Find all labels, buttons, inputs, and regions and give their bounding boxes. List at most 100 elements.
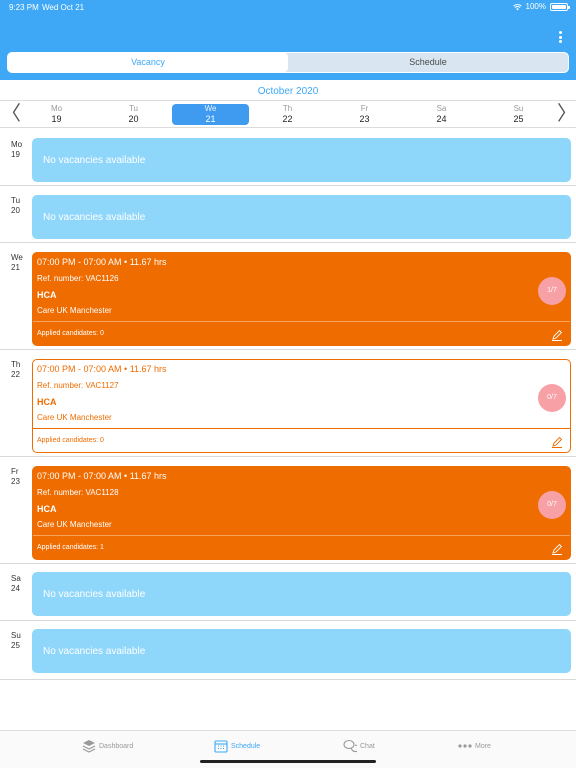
calendar-icon <box>214 740 228 753</box>
day-label: Tu 20 <box>11 196 20 216</box>
week-day-fr[interactable]: Fr 23 <box>326 104 403 125</box>
prev-week-chevron-icon[interactable]: 〈 <box>1 101 21 129</box>
wifi-icon <box>512 3 522 10</box>
day-number: 24 <box>11 584 20 593</box>
view-segmented-control: Vacancy Schedule <box>7 52 569 73</box>
week-day-name: We <box>204 104 217 113</box>
week-day-number: 24 <box>436 114 447 124</box>
tab-label: Schedule <box>231 742 261 750</box>
day-label: We 21 <box>11 253 23 273</box>
day-label: Th 22 <box>11 360 20 380</box>
day-number: 20 <box>11 206 20 215</box>
shift-time: 07:00 PM - 07:00 AM • 11.67 hrs <box>37 471 167 481</box>
shift-fill-badge: 1/7 <box>538 277 566 305</box>
empty-vacancy-card: No vacancies available <box>32 138 571 182</box>
edit-pencil-icon[interactable] <box>551 436 563 448</box>
empty-vacancy-text: No vacancies available <box>43 589 146 600</box>
status-bar: 9:23 PM Wed Oct 21 100% <box>0 0 576 16</box>
empty-vacancy-card: No vacancies available <box>32 195 571 239</box>
tab-more[interactable]: More <box>458 739 491 753</box>
day-name: Th <box>11 360 21 369</box>
day-name: Mo <box>11 140 23 149</box>
day-number: 23 <box>11 477 20 486</box>
day-name: Sa <box>11 574 21 583</box>
day-number: 22 <box>11 370 20 379</box>
day-row-we: We 21 07:00 PM - 07:00 AM • 11.67 hrs Ref… <box>0 243 576 350</box>
shift-role: HCA <box>37 504 57 514</box>
week-day-name: Sa <box>436 104 447 113</box>
day-name: Fr <box>11 467 19 476</box>
tab-schedule[interactable]: Schedule <box>214 739 260 753</box>
home-indicator <box>200 760 376 763</box>
day-name: Su <box>11 631 21 640</box>
shift-fill-badge: 0/7 <box>538 384 566 412</box>
empty-vacancy-text: No vacancies available <box>43 646 146 657</box>
week-day-name: Fr <box>360 104 369 113</box>
battery-level: 100% <box>525 2 546 11</box>
week-strip: 〈 Mo 19 Tu 20 We 21 Th 22 Fr 23 Sa 24 Su 25 〉 <box>0 100 576 128</box>
shift-organisation: Care UK Manchester <box>37 306 112 315</box>
applied-candidates: Applied candidates: 1 <box>37 544 104 551</box>
week-day-name: Su <box>513 104 524 113</box>
shift-role: HCA <box>37 290 57 300</box>
app-header: 9:23 PM Wed Oct 21 100% Vacancy Schedule <box>0 0 576 80</box>
shift-divider <box>33 321 570 322</box>
more-options-icon[interactable] <box>559 31 563 43</box>
status-right: 100% <box>512 2 570 11</box>
week-day-we-selected[interactable]: We 21 <box>172 104 249 125</box>
day-name: Tu <box>11 196 21 205</box>
empty-vacancy-text: No vacancies available <box>43 212 146 223</box>
day-row-tu: Tu 20 No vacancies available <box>0 186 576 243</box>
tab-chat[interactable]: Chat <box>343 739 375 753</box>
layers-icon <box>82 740 96 753</box>
shift-card[interactable]: 07:00 PM - 07:00 AM • 11.67 hrs Ref. num… <box>32 359 571 453</box>
week-day-number: 22 <box>282 114 293 124</box>
week-day-su[interactable]: Su 25 <box>480 104 557 125</box>
shift-card[interactable]: 07:00 PM - 07:00 AM • 11.67 hrs Ref. num… <box>32 252 571 346</box>
shift-time: 07:00 PM - 07:00 AM • 11.67 hrs <box>37 364 167 374</box>
day-number: 25 <box>11 641 20 650</box>
shift-ref-number: Ref. number: VAC1126 <box>37 274 119 283</box>
week-day-name: Mo <box>50 104 63 113</box>
day-label: Fr 23 <box>11 467 20 487</box>
applied-candidates: Applied candidates: 0 <box>37 330 104 337</box>
shift-ref-number: Ref. number: VAC1127 <box>37 381 119 390</box>
shift-organisation: Care UK Manchester <box>37 520 112 529</box>
shift-card[interactable]: 07:00 PM - 07:00 AM • 11.67 hrs Ref. num… <box>32 466 571 560</box>
week-day-number: 19 <box>51 114 62 124</box>
day-label: Su 25 <box>11 631 21 651</box>
shift-divider <box>33 535 570 536</box>
day-row-fr: Fr 23 07:00 PM - 07:00 AM • 11.67 hrs Ref… <box>0 457 576 564</box>
day-label: Mo 19 <box>11 140 22 160</box>
empty-vacancy-card: No vacancies available <box>32 629 571 673</box>
tab-dashboard[interactable]: Dashboard <box>82 739 133 753</box>
week-day-sa[interactable]: Sa 24 <box>403 104 480 125</box>
next-week-chevron-icon[interactable]: 〉 <box>557 101 576 129</box>
day-row-mo: Mo 19 No vacancies available <box>0 129 576 186</box>
day-name: We <box>11 253 23 262</box>
edit-pencil-icon[interactable] <box>551 329 563 341</box>
day-row-th: Th 22 07:00 PM - 07:00 AM • 11.67 hrs Ref… <box>0 350 576 457</box>
week-day-th[interactable]: Th 22 <box>249 104 326 125</box>
day-number: 19 <box>11 150 20 159</box>
segment-vacancy[interactable]: Vacancy <box>8 53 288 72</box>
shift-role: HCA <box>37 397 57 407</box>
week-day-tu[interactable]: Tu 20 <box>95 104 172 125</box>
empty-vacancy-card: No vacancies available <box>32 572 571 616</box>
tab-label: Chat <box>360 742 375 750</box>
status-time: 9:23 PM <box>9 3 39 12</box>
week-day-name: Th <box>282 104 293 113</box>
applied-candidates: Applied candidates: 0 <box>37 437 104 444</box>
day-row-su: Su 25 No vacancies available <box>0 621 576 680</box>
week-day-mo[interactable]: Mo 19 <box>18 104 95 125</box>
week-day-name: Tu <box>128 104 139 113</box>
status-date: Wed Oct 21 <box>42 3 85 12</box>
day-row-sa: Sa 24 No vacancies available <box>0 564 576 621</box>
shift-time: 07:00 PM - 07:00 AM • 11.67 hrs <box>37 257 167 267</box>
day-label: Sa 24 <box>11 574 21 594</box>
shift-organisation: Care UK Manchester <box>37 413 112 422</box>
tab-label: Dashboard <box>99 742 134 750</box>
edit-pencil-icon[interactable] <box>551 543 563 555</box>
segment-schedule[interactable]: Schedule <box>288 53 568 72</box>
week-day-number: 23 <box>359 114 370 124</box>
